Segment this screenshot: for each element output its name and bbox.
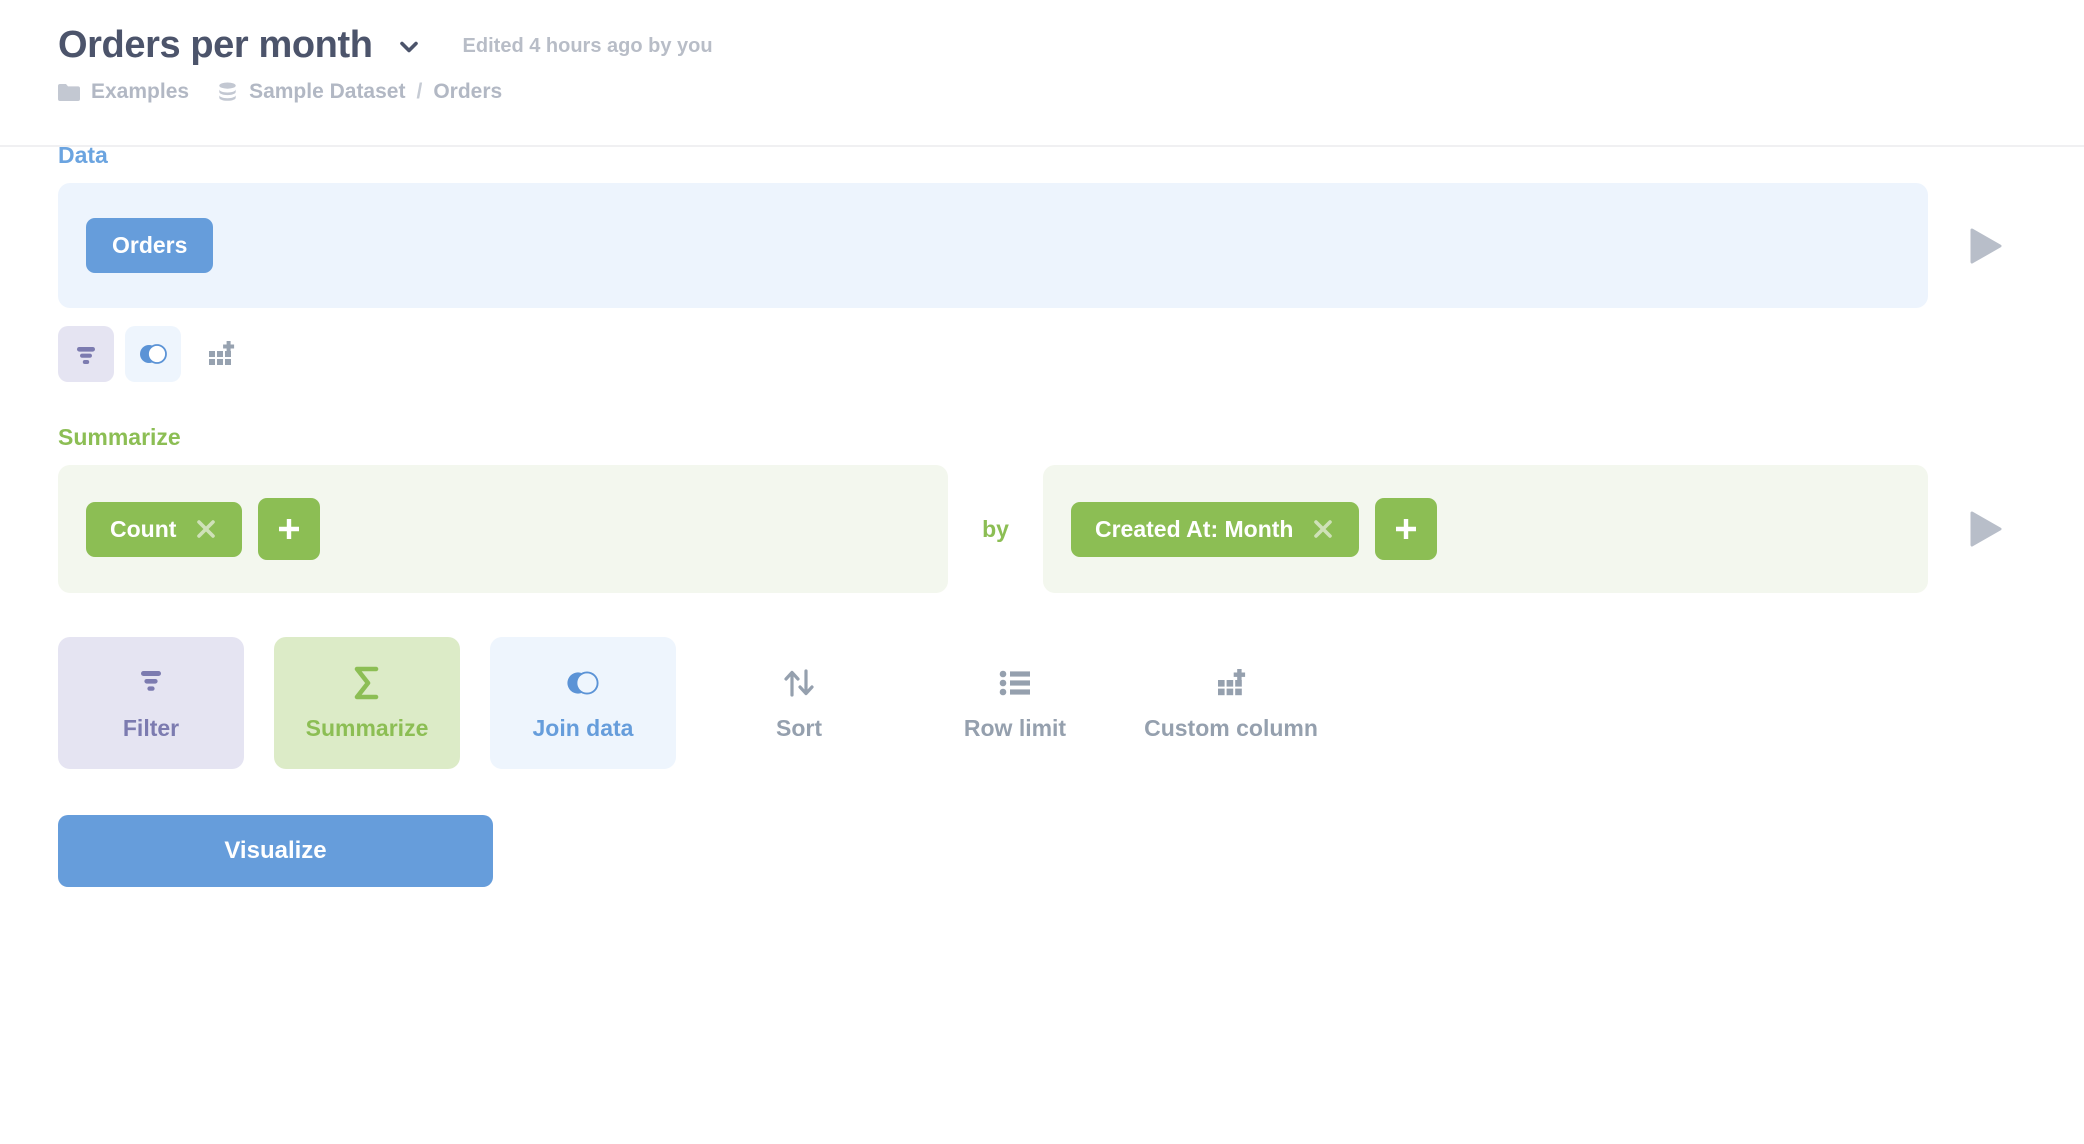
close-x-icon[interactable] [194,517,218,541]
breadcrumb-collection[interactable]: Examples [58,80,189,104]
action-summarize[interactable]: Summarize [274,637,460,769]
venn-join-icon [138,343,168,365]
summarize-step-row: Count by Created At: Month [58,465,2043,593]
mini-custom-column-button[interactable] [192,326,248,382]
breadcrumb-separator: / [416,80,423,103]
mini-filter-button[interactable] [58,326,114,382]
sigma-icon [351,666,383,700]
chevron-down-icon[interactable] [395,33,423,61]
breadcrumb-collection-label: Examples [91,80,190,103]
action-join-data[interactable]: Join data [490,637,676,769]
filter-funnel-icon [71,339,101,369]
action-row-limit-label: Row limit [963,715,1067,741]
notebook-editor: Data Orders Summarize Count by Created A… [0,104,2084,887]
action-sort[interactable]: Sort [706,637,892,769]
list-icon [998,666,1032,700]
summarize-preview-button[interactable] [1928,465,2043,593]
action-filter[interactable]: Filter [58,637,244,769]
action-custom-column-label: Custom column [1144,715,1318,741]
action-sort-label: Sort [776,715,822,741]
edited-timestamp: Edited 4 hours ago by you [462,34,713,57]
aggregation-panel: Count [58,465,948,593]
database-icon [217,82,238,103]
filter-funnel-icon [134,666,168,700]
sort-arrows-icon [781,666,817,700]
by-label: by [982,515,1009,542]
grid-plus-icon [205,339,235,369]
breakout-chip[interactable]: Created At: Month [1071,501,1360,557]
data-step: Data Orders [58,142,2084,382]
page-title: Orders per month [58,24,373,66]
venn-join-icon [565,666,601,700]
plus-icon [1392,515,1420,543]
visualize-button[interactable]: Visualize [58,815,493,887]
action-row-limit[interactable]: Row limit [922,637,1108,769]
breadcrumb-table[interactable]: Orders [433,80,502,104]
mini-join-button[interactable] [125,326,181,382]
data-step-row: Orders [58,183,2043,308]
step-actions-row: Filter Summarize Join data Sort Row limi… [58,637,2084,769]
breadcrumb: Examples Sample Dataset / Orders [58,80,2084,104]
plus-icon [275,515,303,543]
data-step-actions [58,326,2084,382]
question-header: Orders per month Edited 4 hours ago by y… [0,0,2084,147]
grid-plus-icon [1214,666,1248,700]
summarize-step: Summarize Count by Created At: Month [58,424,2084,593]
add-aggregation-button[interactable] [258,498,321,560]
close-x-icon[interactable] [1311,517,1335,541]
breadcrumb-database-label: Sample Dataset [249,80,406,103]
action-custom-column[interactable]: Custom column [1138,637,1324,769]
folder-icon [58,83,80,101]
action-summarize-label: Summarize [305,715,429,741]
action-join-data-label: Join data [532,715,634,741]
breadcrumb-database[interactable]: Sample Dataset [217,80,405,104]
summarize-step-label: Summarize [58,424,181,450]
data-source-panel: Orders [58,183,1928,308]
add-breakout-button[interactable] [1375,498,1438,560]
breakout-chip-label: Created At: Month [1095,515,1294,542]
action-filter-label: Filter [122,715,180,741]
header-divider [0,145,2084,147]
aggregation-chip-label: Count [110,515,177,542]
data-preview-button[interactable] [1928,183,2043,308]
title-row: Orders per month Edited 4 hours ago by y… [58,22,2084,68]
aggregation-chip[interactable]: Count [86,501,243,557]
data-source-chip[interactable]: Orders [86,218,214,273]
breakout-panel: Created At: Month [1043,465,1928,593]
